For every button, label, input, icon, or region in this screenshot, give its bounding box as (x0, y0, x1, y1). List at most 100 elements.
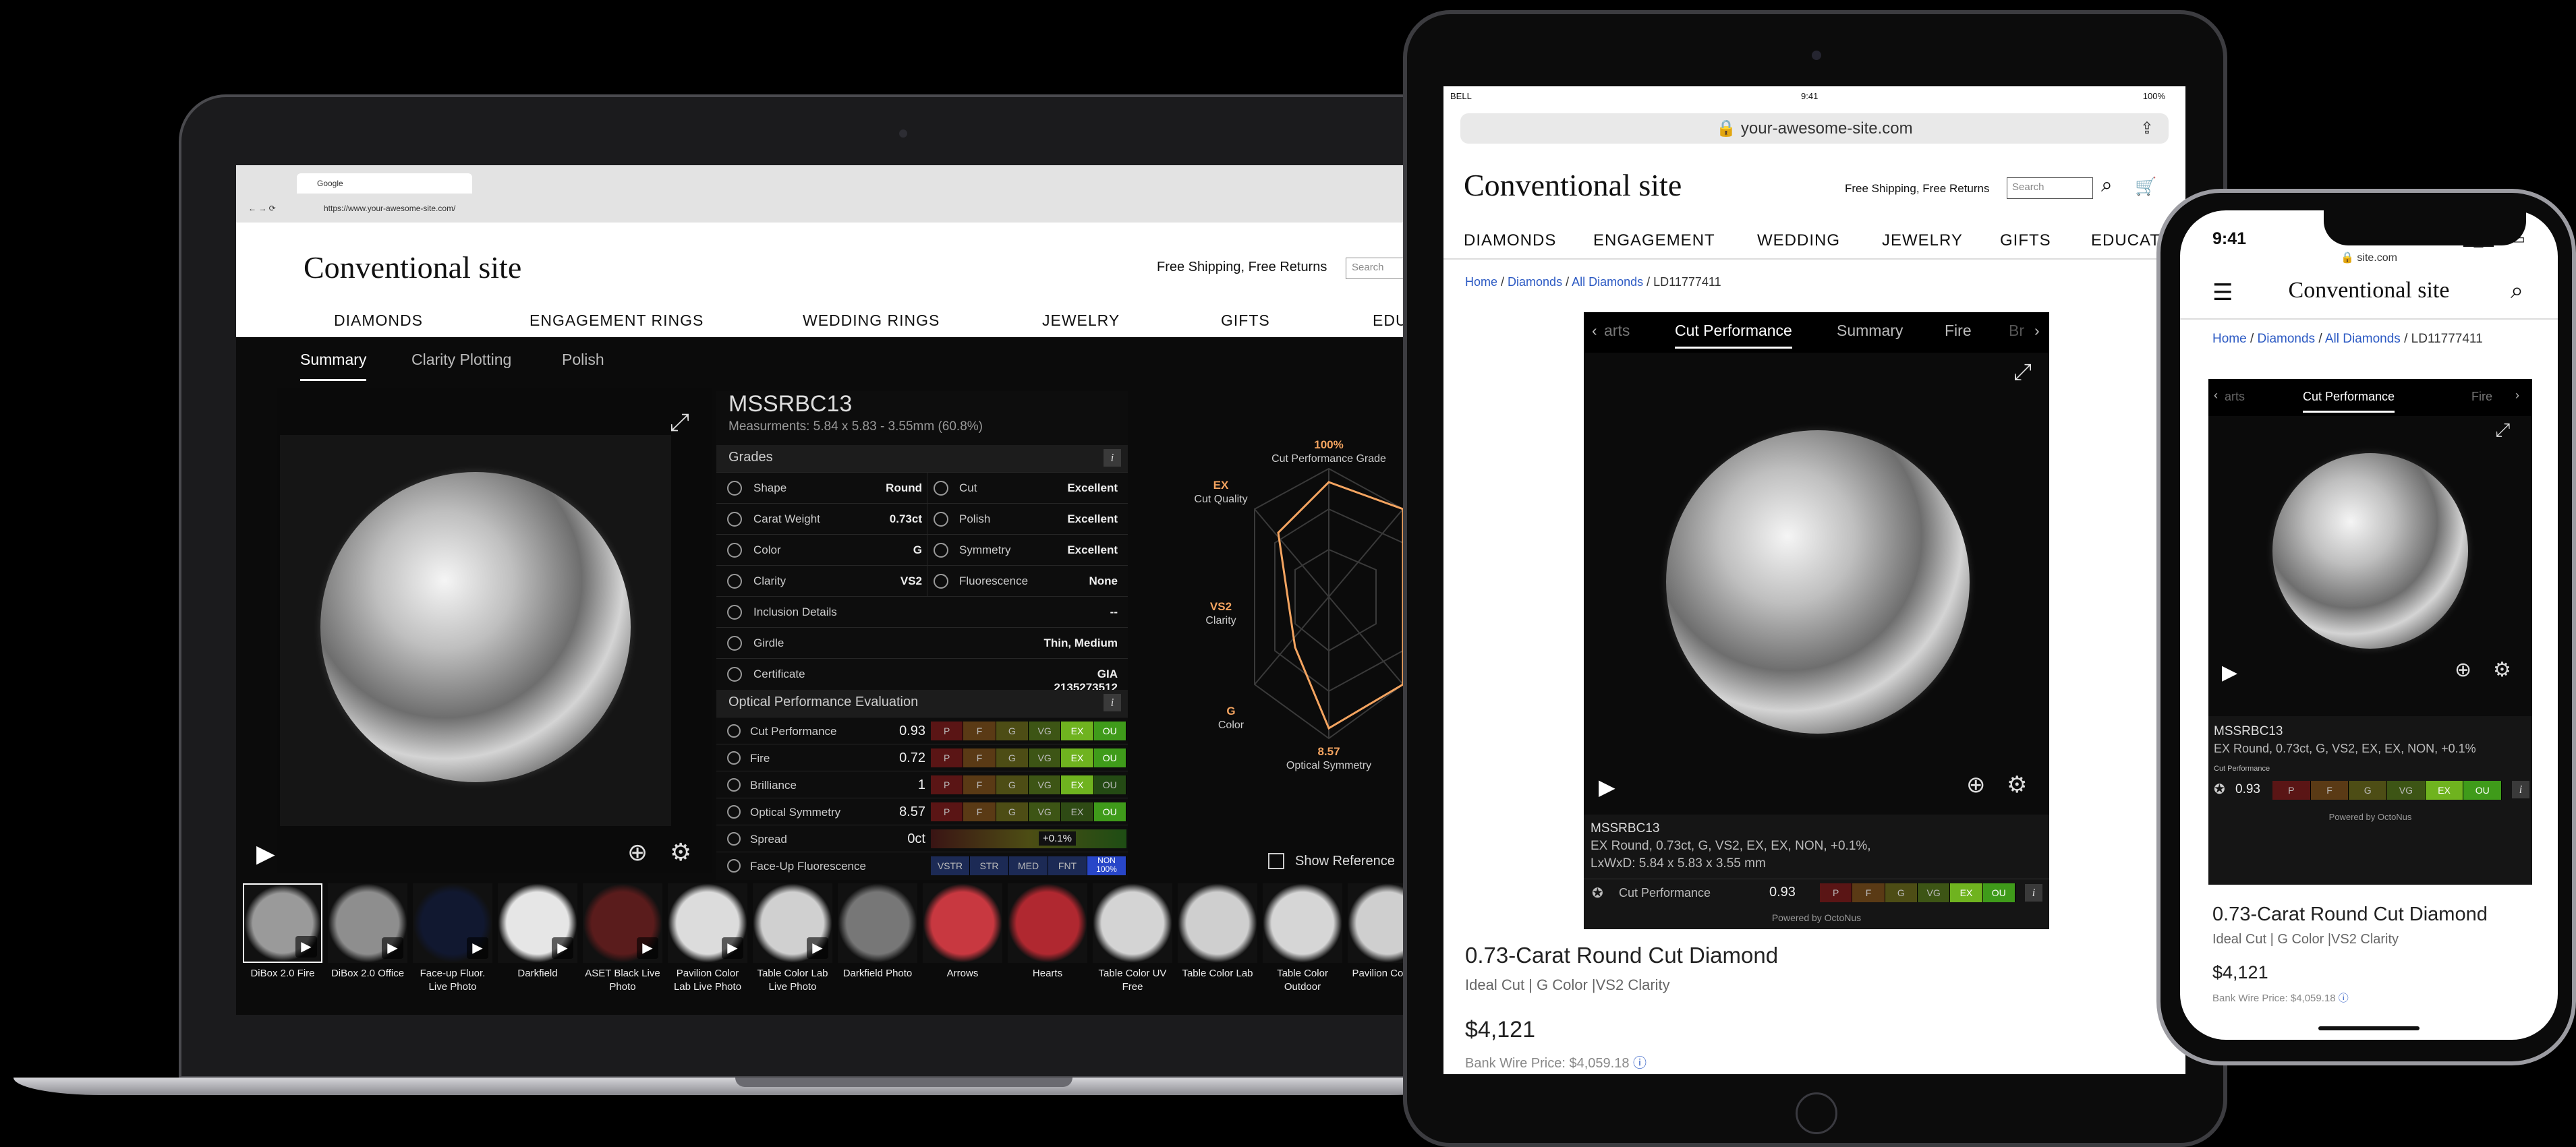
expand-icon[interactable]: ⤢ (670, 408, 689, 437)
thumbnail[interactable]: ▶ Face-up Fluor. Live Photo (413, 883, 492, 1015)
browser-tab[interactable]: Google (297, 173, 472, 194)
checkbox[interactable] (1268, 853, 1284, 869)
expand-icon[interactable]: ⤢ (2495, 419, 2510, 442)
crumb-home[interactable]: Home (1465, 275, 1497, 289)
home-indicator[interactable] (2318, 1026, 2420, 1030)
bank-wire-price: Bank Wire Price: $4,059.18 ⓘ (1465, 1052, 1647, 1071)
search-input[interactable]: Search (1346, 258, 1403, 279)
info-circle-icon[interactable]: ⓘ (1633, 1056, 1647, 1071)
grade-value: Excellent (1067, 512, 1118, 525)
nav-wedding[interactable]: WEDDING (1757, 231, 1840, 250)
tab-hearts[interactable]: arts (1604, 322, 1630, 340)
thumbnail[interactable]: Arrows (923, 883, 1002, 1015)
info-circle-icon[interactable]: ⓘ (2339, 993, 2349, 1004)
crumb-all-diamonds[interactable]: All Diamonds (2325, 332, 2401, 346)
play-icon[interactable]: ▶ (256, 840, 275, 868)
tab-cut-performance[interactable]: Cut Performance (2303, 390, 2395, 413)
laptop-notch (735, 1078, 1072, 1087)
info-icon[interactable]: i (2512, 781, 2529, 798)
nav-engagement[interactable]: ENGAGEMENT RINGS (529, 312, 704, 330)
nav-wedding[interactable]: WEDDING RINGS (803, 312, 940, 330)
radar-chart: 100% Cut Performance Grade EX Cut Qualit… (1194, 438, 1403, 771)
settings-gear-icon[interactable]: ⚙ (2493, 658, 2511, 682)
nav-jewelry[interactable]: JEWELRY (1042, 312, 1120, 330)
play-icon[interactable]: ▶ (295, 936, 317, 958)
nav-gifts[interactable]: GIFTS (1221, 312, 1270, 330)
thumbnail[interactable]: Hearts (1008, 883, 1087, 1015)
nav-jewelry[interactable]: JEWELRY (1882, 231, 1963, 250)
grade-level: EX (2425, 781, 2464, 800)
tab-fire[interactable]: Fire (2471, 390, 2492, 404)
search-icon[interactable]: ⌕ (2511, 278, 2523, 304)
play-icon[interactable]: ▶ (637, 937, 658, 959)
site-logo[interactable]: Conventional site (1464, 167, 1682, 203)
show-reference-toggle[interactable]: Show Reference (1268, 853, 1395, 869)
play-icon[interactable]: ▶ (2222, 661, 2237, 684)
crumb-diamonds[interactable]: Diamonds (1508, 275, 1562, 289)
tab-cut-performance[interactable]: Cut Performance (1675, 322, 1792, 349)
thumbnail[interactable]: Darkfield Photo (838, 883, 917, 1015)
tab-fire[interactable]: Fire (1945, 322, 1972, 340)
tab-polish[interactable]: Polish (562, 351, 604, 369)
back-forward-icons[interactable]: ← → ⟳ (248, 199, 276, 218)
share-icon[interactable]: ⇪ (2140, 113, 2154, 144)
tab-summary[interactable]: Summary (1837, 322, 1903, 340)
crumb-all-diamonds[interactable]: All Diamonds (1572, 275, 1643, 289)
diamond-image (320, 472, 631, 782)
tab-hearts[interactable]: arts (2225, 390, 2245, 404)
thumbnail[interactable]: ▶ Pavilion Color Lab Live Photo (668, 883, 747, 1015)
settings-gear-icon[interactable]: ⚙ (2007, 771, 2027, 798)
search-input[interactable]: Search (2007, 177, 2093, 199)
grade-level: G (996, 722, 1029, 740)
crumb-diamonds[interactable]: Diamonds (2258, 332, 2316, 346)
nav-engagement[interactable]: ENGAGEMENT (1593, 231, 1715, 250)
address-bar[interactable]: ← → ⟳ https://www.your-awesome-site.com/ (243, 199, 1403, 218)
thumbnail-image: ▶ (753, 883, 832, 963)
address-bar[interactable]: 🔒 site.com (2180, 251, 2558, 264)
next-tab-icon[interactable]: › (2515, 388, 2519, 403)
nav-gifts[interactable]: GIFTS (2000, 231, 2051, 250)
thumbnail[interactable]: ▶ DiBox 2.0 Fire (243, 883, 322, 1015)
thumbnail[interactable]: Table Color Lab (1178, 883, 1257, 1015)
url-text: your-awesome-site.com (1740, 119, 1913, 138)
nav-education[interactable]: EDU (1373, 312, 1403, 330)
crumb-home[interactable]: Home (2212, 332, 2247, 346)
certificate-row[interactable]: Certificate GIA 2135273512 (716, 658, 1128, 694)
site-logo[interactable]: Conventional site (304, 249, 521, 285)
prev-tab-icon[interactable]: ‹ (2214, 388, 2218, 403)
tab-brilliance[interactable]: Br (2009, 322, 2024, 340)
thumbnail[interactable]: ▶ DiBox 2.0 Office (328, 883, 407, 1015)
thumbnail[interactable]: ▶ Darkfield (498, 883, 577, 1015)
thumbnail[interactable]: ▶ Table Color Lab Live Photo (753, 883, 832, 1015)
info-icon[interactable]: i (2025, 884, 2042, 902)
search-icon[interactable]: ⌕ (2101, 174, 2113, 197)
zoom-icon[interactable]: ⊕ (627, 838, 648, 866)
expand-icon[interactable]: ⤢ (2013, 359, 2032, 386)
address-bar[interactable]: 🔒 your-awesome-site.com ⇪ (1460, 113, 2169, 144)
inclusion-row[interactable]: Inclusion Details -- (716, 596, 1128, 627)
zoom-icon[interactable]: ⊕ (2455, 658, 2471, 682)
info-icon[interactable]: i (1104, 694, 1121, 711)
zoom-icon[interactable]: ⊕ (1966, 771, 1986, 798)
play-icon[interactable]: ▶ (1599, 774, 1615, 800)
nav-diamonds[interactable]: DIAMONDS (1464, 231, 1556, 250)
play-icon[interactable]: ▶ (552, 937, 573, 959)
play-icon[interactable]: ▶ (467, 937, 488, 959)
prev-tab-icon[interactable]: ‹ (1592, 322, 1597, 340)
tab-summary[interactable]: Summary (300, 351, 367, 381)
thumbnail[interactable]: Table Color UV Free (1093, 883, 1172, 1015)
thumbnail[interactable]: Pavilion Co Lab (1348, 883, 1403, 1015)
info-icon[interactable]: i (1104, 449, 1121, 467)
next-tab-icon[interactable]: › (2034, 322, 2040, 340)
site-logo[interactable]: Conventional site (2180, 278, 2558, 303)
tab-clarity-plotting[interactable]: Clarity Plotting (411, 351, 511, 369)
nav-diamonds[interactable]: DIAMONDS (334, 312, 423, 330)
play-icon[interactable]: ▶ (382, 937, 403, 959)
settings-gear-icon[interactable]: ⚙ (670, 838, 691, 866)
play-icon[interactable]: ▶ (722, 937, 743, 959)
thumbnail[interactable]: Table Color Outdoor (1263, 883, 1342, 1015)
home-button[interactable] (1796, 1092, 1837, 1134)
play-icon[interactable]: ▶ (807, 937, 828, 959)
thumbnail[interactable]: ▶ ASET Black Live Photo (583, 883, 662, 1015)
cart-icon[interactable]: 🛒 (2135, 176, 2156, 197)
